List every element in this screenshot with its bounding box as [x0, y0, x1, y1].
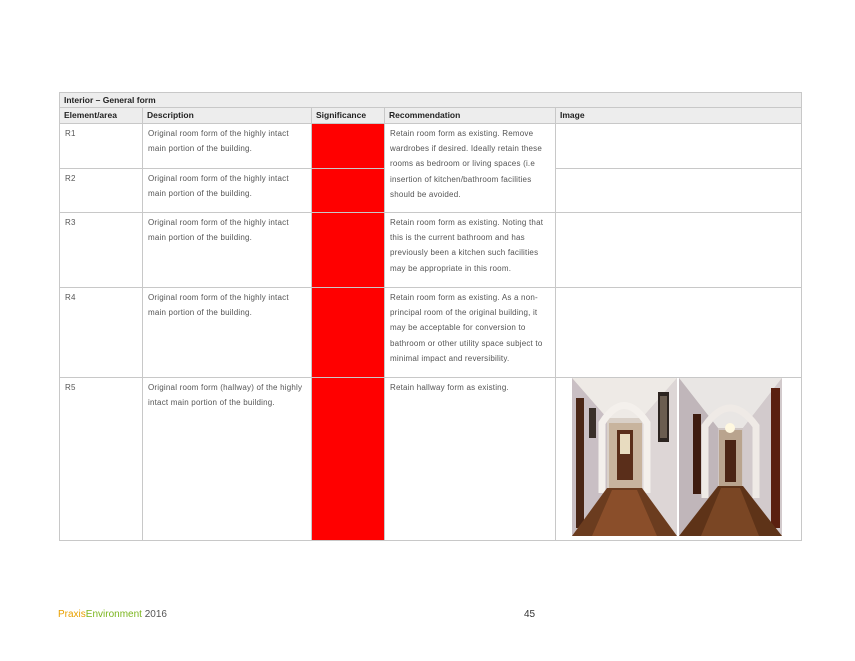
significance-indicator: [311, 212, 385, 288]
significance-indicator: [311, 168, 385, 213]
footer-year: 2016: [144, 609, 167, 620]
column-header-description: Description: [142, 107, 312, 124]
significance-indicator: [311, 287, 385, 378]
significance-indicator: [311, 123, 385, 169]
column-header-element: Element/area: [59, 107, 143, 124]
row-description: Original room form of the highly intact …: [142, 168, 312, 213]
row-description: Original room form of the highly intact …: [142, 287, 312, 378]
table-row: R4 Original room form of the highly inta…: [59, 287, 802, 378]
column-header-image: Image: [555, 107, 802, 124]
brand-environment: Environment: [85, 609, 142, 620]
row-description: Original room form of the highly intact …: [142, 123, 312, 169]
significance-indicator: [311, 377, 385, 541]
row-element: R1: [59, 123, 143, 169]
row-image: [555, 377, 802, 541]
row-element: R2: [59, 168, 143, 213]
row-description: Original room form (hallway) of the high…: [142, 377, 312, 541]
row-description: Original room form of the highly intact …: [142, 212, 312, 288]
row-element: R3: [59, 212, 143, 288]
footer-brand: PraxisEnvironment 2016: [58, 609, 167, 620]
row-image-empty: [555, 212, 802, 288]
row-image-empty: [555, 123, 802, 169]
row-image-empty: [555, 287, 802, 378]
table-row: R3 Original room form of the highly inta…: [59, 212, 802, 288]
hallway-photo-1: [572, 378, 677, 536]
row-element: R5: [59, 377, 143, 541]
heritage-assessment-table: Interior – General form Element/area Des…: [59, 92, 802, 541]
section-title: Interior – General form: [59, 92, 802, 108]
column-header-recommendation: Recommendation: [384, 107, 556, 124]
table-row: R1 Original room form of the highly inta…: [59, 123, 802, 213]
row-recommendation: Retain hallway form as existing.: [384, 377, 556, 541]
row-recommendation: Retain room form as existing. As a non-p…: [384, 287, 556, 378]
row-element: R4: [59, 287, 143, 378]
brand-praxis: Praxis: [58, 609, 86, 620]
row-recommendation: Retain room form as existing. Noting tha…: [384, 212, 556, 288]
row-recommendation: Retain room form as existing. Remove war…: [384, 123, 556, 213]
row-image-empty: [555, 168, 802, 213]
page-number: 45: [524, 609, 536, 620]
hallway-photo-2: [679, 378, 782, 536]
column-header-significance: Significance: [311, 107, 385, 124]
table-row: R5 Original room form (hallway) of the h…: [59, 377, 802, 541]
